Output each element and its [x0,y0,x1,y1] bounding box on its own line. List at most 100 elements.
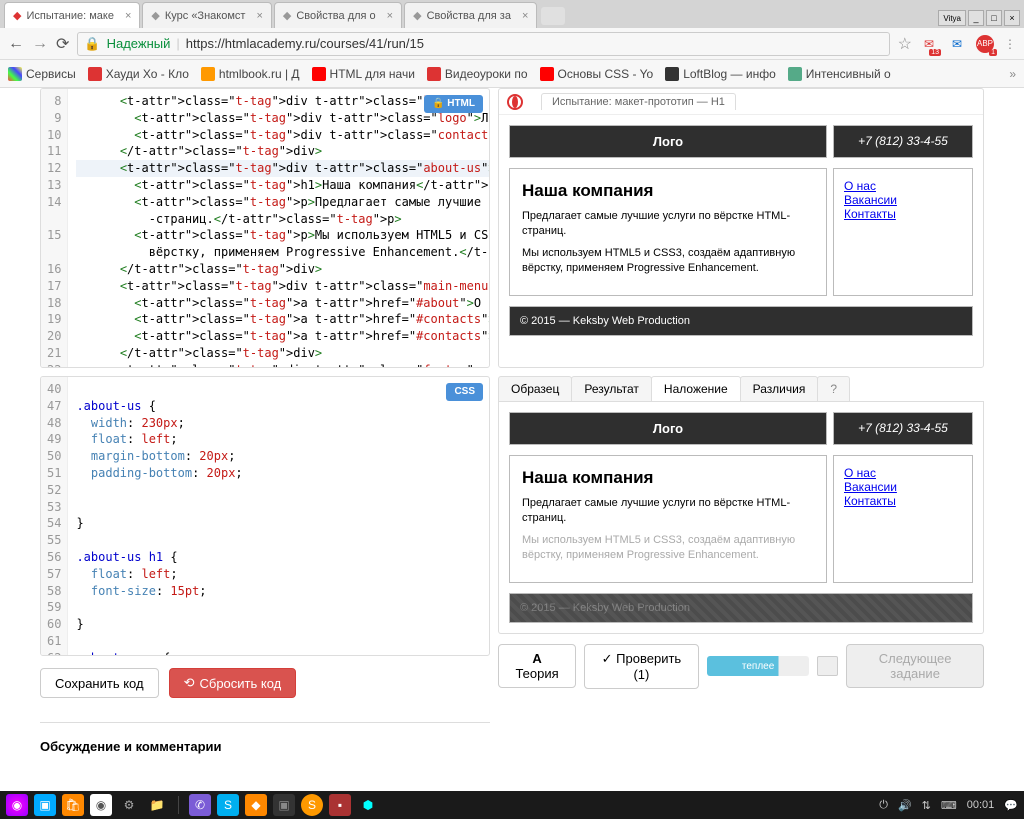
overlay-menu-link[interactable]: Контакты [844,494,962,508]
preview-p1: Предлагает самые лучшие услуги по вёрстк… [522,209,814,240]
tray-lang-icon[interactable]: ⌨ [941,799,957,812]
lock-icon: 🔒 [84,36,100,52]
bookmark-item[interactable]: LoftBlog — инфо [665,67,776,81]
preview-menu-link[interactable]: Вакансии [844,193,962,207]
browser-tab-1[interactable]: ◆Курс «Знакомст× [142,2,271,28]
bookmarks-bar: Сервисы Хауди Хо - Кло htmlbook.ru | Д H… [0,60,1024,88]
preview-menu-link[interactable]: Контакты [844,207,962,221]
css-gutter: 4047484950515253545556575859606162636465… [41,377,68,656]
bookmarks-overflow-icon[interactable]: » [1009,67,1016,81]
overlay-phone: +7 (812) 33-4-55 [833,412,973,445]
result-tab-overlay[interactable]: Наложение [651,376,741,401]
result-tab-diff[interactable]: Различия [740,376,819,401]
preview-tab: Испытание: макет-прототип — Н1 [541,93,736,110]
refresh-icon: ⟲ [184,675,195,691]
maximize-icon[interactable]: □ [986,10,1002,26]
css-editor[interactable]: CSS 404748495051525354555657585960616263… [40,376,490,656]
preview-logo: Лого [509,125,827,158]
task-chrome[interactable]: ◉ [90,794,112,816]
bookmark-item[interactable]: htmlbook.ru | Д [201,67,300,81]
back-icon[interactable]: ← [8,35,24,53]
preview-p2: Мы используем HTML5 и CSS3, создаём адап… [522,246,814,277]
progress-bar: теплее [707,656,810,676]
minimize-icon[interactable]: _ [968,10,984,26]
preview-frame-overlay: Лого +7 (812) 33-4-55 Наша компания Пред… [498,402,984,634]
task-settings[interactable]: ⚙ [118,794,140,816]
opera-icon [507,94,523,110]
bookmark-item[interactable]: Интенсивный о [788,67,891,81]
start-icon[interactable]: ◉ [6,794,28,816]
overlay-about: Наша компания Предлагает самые лучшие ус… [509,455,827,583]
task-app[interactable]: ▣ [273,794,295,816]
preview-menu: О нас Вакансии Контакты [833,168,973,296]
reload-icon[interactable]: ⟳ [56,34,69,54]
progress-toggle[interactable] [817,656,838,676]
tray-power-icon[interactable]: ⏻ [879,799,888,812]
task-app[interactable]: S [301,794,323,816]
css-badge: CSS [446,383,483,401]
abp-icon[interactable]: ABP1 [976,35,994,53]
preview-frame-top: Испытание: макет-прототип — Н1 Лого +7 (… [498,88,984,368]
task-app[interactable]: ▣ [34,794,56,816]
browser-tab-0[interactable]: ◆Испытание: маке× [4,2,140,28]
theory-button[interactable]: A Теория [498,644,576,688]
close-icon[interactable]: × [256,10,262,22]
tray-notif-icon[interactable]: 💬 [1004,799,1018,812]
browser-tab-strip: ◆Испытание: маке× ◆Курс «Знакомст× ◆Свой… [0,0,1024,28]
preview-menu-link[interactable]: О нас [844,179,962,193]
preview-about: Наша компания Предлагает самые лучшие ус… [509,168,827,296]
address-bar[interactable]: 🔒 Надежный | https://htmlacademy.ru/cour… [77,32,889,56]
task-app[interactable]: ⬢ [357,794,379,816]
html-editor[interactable]: 🔒 HTML 891011121314151617181920212223242… [40,88,490,368]
check-button[interactable]: ✓ Проверить (1) [584,644,699,689]
bookmark-item[interactable]: Видеоуроки по [427,67,528,81]
task-skype[interactable]: S [217,794,239,816]
close-icon[interactable]: × [387,10,393,22]
tray-network-icon[interactable]: ⇅ [922,799,931,812]
result-tab-result[interactable]: Результат [571,376,652,401]
overlay-menu-link[interactable]: Вакансии [844,480,962,494]
overlay-p1: Предлагает самые лучшие услуги по вёрстк… [522,496,814,527]
taskbar: ◉ ▣ 🛍 ◉ ⚙ 📁 ✆ S ◆ ▣ S ▪ ⬢ ⏻ 🔊 ⇅ ⌨ 00:01 … [0,791,1024,819]
browser-tab-3[interactable]: ◆Свойства для за× [404,2,537,28]
save-button[interactable]: Сохранить код [40,668,159,698]
new-tab-button[interactable] [541,7,565,25]
bookmark-item[interactable]: Основы CSS - Yo [540,67,654,81]
task-viber[interactable]: ✆ [189,794,211,816]
tray-clock[interactable]: 00:01 [967,799,995,811]
reset-button[interactable]: ⟲Сбросить код [169,668,297,698]
star-icon[interactable]: ☆ [898,34,912,54]
preview-phone: +7 (812) 33-4-55 [833,125,973,158]
html-badge: 🔒 HTML [424,95,483,113]
overlay-menu: О нас Вакансии Контакты [833,455,973,583]
url-text: https://htmlacademy.ru/courses/41/run/15 [186,36,424,51]
discussion-heading: Обсуждение и комментарии [40,722,490,754]
forward-icon: → [32,35,48,53]
close-icon[interactable]: × [125,10,131,22]
task-app[interactable]: ◆ [245,794,267,816]
secure-label: Надежный [107,36,171,51]
overlay-logo: Лого [509,412,827,445]
html-gutter: 891011121314151617181920212223242526 [41,89,68,368]
bookmark-apps[interactable]: Сервисы [8,67,76,81]
result-tab-sample[interactable]: Образец [498,376,572,401]
result-tab-help[interactable]: ? [817,376,850,401]
gmail-icon[interactable]: ✉13 [920,35,938,53]
preview-footer: © 2015 — Keksby Web Production [509,306,973,336]
close-icon[interactable]: × [522,10,528,22]
task-terminal[interactable]: ▪ [329,794,351,816]
task-app[interactable]: 🛍 [62,794,84,816]
result-tabs: Образец Результат Наложение Различия ? [498,376,984,402]
task-files[interactable]: 📁 [146,794,168,816]
preview-h1: Наша компания [522,181,814,201]
overlay-h1: Наша компания [522,468,814,488]
bookmark-item[interactable]: Хауди Хо - Кло [88,67,189,81]
tray-volume-icon[interactable]: 🔊 [898,799,912,812]
user-badge[interactable]: Vitya [938,10,966,26]
bookmark-item[interactable]: HTML для начи [312,67,415,81]
overlay-menu-link[interactable]: О нас [844,466,962,480]
close-window-icon[interactable]: × [1004,10,1020,26]
menu-icon[interactable]: ⋮ [1004,37,1016,51]
mail-icon[interactable]: ✉ [948,35,966,53]
browser-tab-2[interactable]: ◆Свойства для о× [274,2,402,28]
